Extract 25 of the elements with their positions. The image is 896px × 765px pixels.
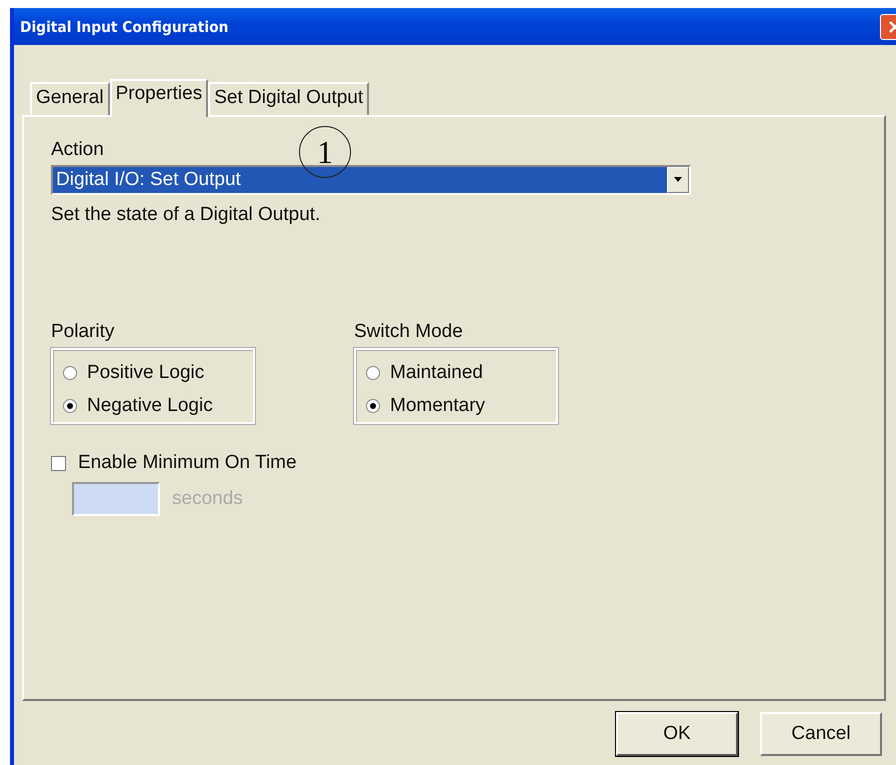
radio-button[interactable] [366,398,380,412]
tab[interactable]: Properties [110,79,208,117]
dialog-button[interactable]: OK [616,712,738,756]
checkbox-label: Enable Minimum On Time [78,452,297,474]
radio-button[interactable] [63,366,77,380]
action-dropdown[interactable]: Digital I/O: Set Output [51,165,691,195]
radio-button[interactable] [63,398,77,412]
dropdown-button[interactable] [667,167,689,193]
tab[interactable]: Set Digital Output [208,82,370,115]
window-title: Digital Input Configuration [20,18,228,36]
seconds-field[interactable] [72,482,160,516]
dialog-button[interactable]: Cancel [760,712,882,756]
action-label: Action [51,139,104,161]
option-label: Negative Logic [87,394,213,416]
option-label: Positive Logic [87,362,204,384]
option-label: Momentary [390,394,486,416]
caret-icon [673,177,683,183]
tab[interactable]: General [30,82,110,115]
option-label: Maintained [390,362,483,384]
checkbox[interactable] [51,456,66,470]
action-description: Set the state of a Digital Output. [51,204,322,226]
unit-label: seconds [172,488,243,510]
group-label: Switch Mode [354,321,464,343]
radio-button[interactable] [366,366,380,380]
group-label: Polarity [51,321,116,343]
